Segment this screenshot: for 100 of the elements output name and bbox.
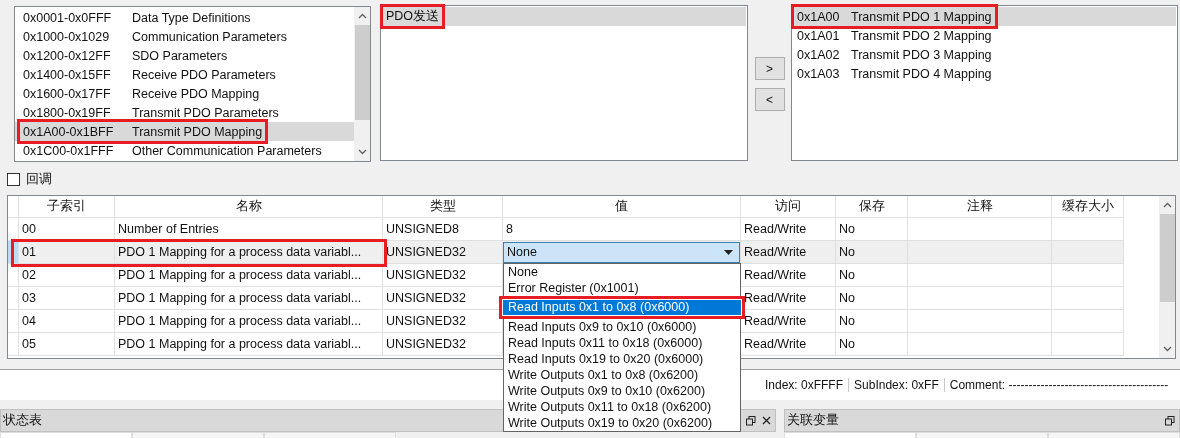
table-cell: PDO 1 Mapping for a process data variabl...: [115, 310, 383, 333]
table-cell: UNSIGNED32: [383, 310, 503, 333]
table-cell: 02: [19, 264, 115, 287]
move-button[interactable]: >: [754, 57, 785, 80]
value-dropdown[interactable]: None: [503, 241, 740, 263]
mapping-index: 0x1A01: [797, 28, 841, 43]
group-name: Transmit PDO Mapping: [132, 124, 263, 139]
table-cell: No: [836, 264, 908, 287]
table-cell: [1052, 333, 1124, 356]
status-text: Comment: ----------------------------------------: [949, 378, 1170, 392]
column-header[interactable]: 子索引: [19, 196, 115, 218]
column-header[interactable]: 名称: [115, 196, 383, 218]
group-name: Communication Parameters: [132, 29, 287, 44]
table-cell: No: [836, 333, 908, 356]
move-button[interactable]: <: [754, 88, 785, 111]
table-cell: PDO 1 Mapping for a process data variabl...: [115, 241, 383, 264]
table-cell: [1052, 287, 1124, 310]
table-cell: 05: [19, 333, 115, 356]
range-text: 0x1200-0x12FF: [23, 48, 112, 63]
status-text: Index: 0xFFFF: [765, 378, 850, 392]
panel-title: 关联变量: [787, 412, 839, 429]
range-text: 0x0001-0x0FFF: [23, 10, 113, 25]
table-cell: UNSIGNED32: [383, 241, 503, 264]
dropdown-option[interactable]: Write Outputs 0x11 to 0x18 (0x6200): [504, 399, 740, 415]
range-text: 0x1400-0x15FF: [23, 67, 112, 82]
list-item[interactable]: 0x1A03 Transmit PDO 4 Mapping: [793, 64, 1176, 83]
range-text: 0x1600-0x17FF: [23, 86, 112, 101]
list-item[interactable]: 0x1A01 Transmit PDO 2 Mapping: [793, 26, 1176, 45]
table-cell: UNSIGNED32: [383, 333, 503, 356]
table-cell: PDO 1 Mapping for a process data variabl...: [115, 264, 383, 287]
group-name: Data Type Definitions: [132, 10, 251, 25]
mapping-list[interactable]: 0x1A00 Transmit PDO 1 Mapping 0x1A01 Transmit PDO 2 Mapping 0x1A02 Transmit PDO 3 Mapping 0x1A03 Transmit PDO 4 Mapping: [791, 5, 1178, 161]
scrollbar[interactable]: [1159, 196, 1175, 358]
group-name: Transmit PDO Parameters: [132, 105, 279, 120]
mapping-name: Transmit PDO 1 Mapping: [851, 9, 992, 24]
object-group-list[interactable]: [14, 6, 371, 162]
dropdown-caret-icon[interactable]: [724, 249, 733, 255]
table-cell: 04: [19, 310, 115, 333]
dropdown-option[interactable]: Write Outputs 0x9 to 0x10 (0x6200): [504, 383, 740, 399]
dropdown-option[interactable]: Write Outputs 0x19 to 0x20 (0x6200): [504, 415, 740, 431]
scroll-down-icon[interactable]: [1162, 346, 1172, 352]
table-cell: [1052, 264, 1124, 287]
restore-icon[interactable]: [746, 415, 756, 426]
scrollbar[interactable]: [354, 7, 370, 161]
list-item[interactable]: 0x1600-0x17FF Receive PDO Mapping: [15, 84, 354, 103]
dropdown-option[interactable]: Read Inputs 0x11 to 0x18 (0x6000): [504, 335, 740, 351]
table-cell: No: [836, 287, 908, 310]
mapping-index: 0x1A02: [797, 47, 841, 62]
pdo-group-label: PDO发送: [386, 8, 440, 25]
list-item[interactable]: 0x1800-0x19FF Transmit PDO Parameters: [15, 103, 354, 122]
list-item[interactable]: 0x1C00-0x1FFF Other Communication Parameters: [15, 141, 354, 160]
dropdown-option[interactable]: None: [504, 264, 740, 280]
dropdown-option[interactable]: Read Inputs 0x1 to 0x8 (0x6000): [499, 296, 745, 319]
dropdown-option[interactable]: Read Inputs 0x19 to 0x20 (0x6000): [504, 351, 740, 367]
row-header: [8, 196, 19, 218]
table-cell: PDO 1 Mapping for a process data variabl...: [115, 333, 383, 356]
list-item[interactable]: 0x0001-0x0FFF Data Type Definitions: [15, 8, 354, 27]
row-header[interactable]: [8, 264, 19, 287]
list-item[interactable]: 0x1000-0x1029 Communication Parameters: [15, 27, 354, 46]
table-cell: UNSIGNED32: [383, 264, 503, 287]
list-item[interactable]: 0x1A00-0x1BFF Transmit PDO Mapping: [15, 122, 354, 141]
checkbox-label: 回调: [26, 170, 52, 188]
column-header[interactable]: 访问: [741, 196, 836, 218]
scroll-up-icon[interactable]: [1162, 202, 1172, 208]
pdo-group-list[interactable]: PDO发送: [380, 5, 748, 161]
list-item[interactable]: 0x1A00 Transmit PDO 1 Mapping: [793, 7, 1176, 26]
mapping-name: Transmit PDO 4 Mapping: [851, 66, 992, 81]
list-item[interactable]: 0x1200-0x12FF SDO Parameters: [15, 46, 354, 65]
scroll-up-icon[interactable]: [357, 13, 367, 19]
table-cell: No: [836, 241, 908, 264]
list-item[interactable]: 0x1400-0x15FF Receive PDO Parameters: [15, 65, 354, 84]
list-item[interactable]: 0x1A02 Transmit PDO 3 Mapping: [793, 45, 1176, 64]
column-header[interactable]: 保存: [836, 196, 908, 218]
column-header[interactable]: 值: [503, 196, 741, 218]
restore-icon[interactable]: [1165, 415, 1175, 426]
group-name: SDO Parameters: [132, 48, 228, 63]
table-cell: Read/Write: [741, 333, 836, 356]
table-cell: No: [836, 310, 908, 333]
status-text: SubIndex: 0xFF: [854, 378, 945, 392]
dropdown-option[interactable]: Error Register (0x1001): [504, 280, 740, 296]
dropdown-option[interactable]: Write Outputs 0x1 to 0x8 (0x6200): [504, 367, 740, 383]
group-name: Receive PDO Mapping: [132, 86, 260, 101]
checkbox[interactable]: [7, 172, 20, 186]
table-cell: Read/Write: [741, 310, 836, 333]
mapping-name: Transmit PDO 3 Mapping: [851, 47, 992, 62]
table-cell: Read/Write: [741, 264, 836, 287]
list-item[interactable]: PDO发送: [382, 7, 746, 26]
table-cell: Read/Write: [741, 241, 836, 264]
table-cell: 03: [19, 287, 115, 310]
close-icon[interactable]: [762, 416, 771, 425]
scroll-down-icon[interactable]: [357, 149, 367, 155]
column-header[interactable]: 类型: [383, 196, 503, 218]
mapping-name: Transmit PDO 2 Mapping: [851, 28, 992, 43]
table-cell: Number of Entries: [115, 218, 383, 241]
group-name: Other Communication Parameters: [132, 143, 322, 158]
column-header[interactable]: 注释: [908, 196, 1052, 218]
range-text: 0x1000-0x1029: [23, 29, 111, 44]
column-header[interactable]: 缓存大小: [1052, 196, 1124, 218]
dropdown-option[interactable]: Read Inputs 0x9 to 0x10 (0x6000): [504, 319, 740, 335]
mapping-index: 0x1A00: [797, 9, 841, 24]
